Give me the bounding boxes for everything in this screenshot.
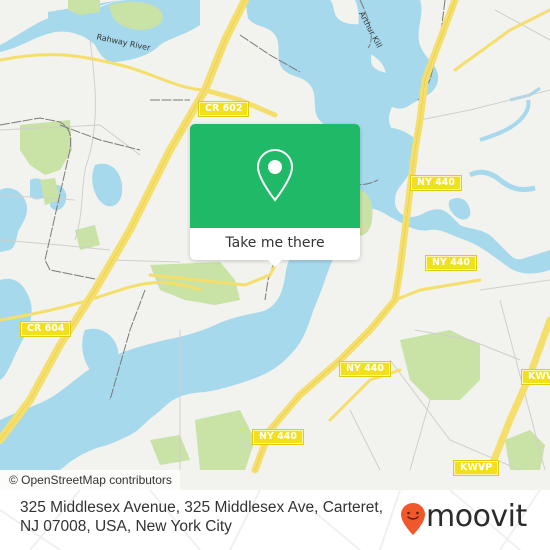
road-shield-ny-440: NY 440 bbox=[410, 175, 462, 191]
road-shield-ny-440: NY 440 bbox=[425, 255, 477, 271]
road-shield-kwvp: KWVP bbox=[452, 460, 500, 476]
moovit-wordmark: moovit bbox=[426, 499, 527, 534]
road-shield-kwvp: KWVP bbox=[520, 369, 550, 385]
road-shield-cr-602: CR 602 bbox=[197, 101, 250, 117]
map-attribution[interactable]: © OpenStreetMap contributors bbox=[0, 470, 180, 490]
road-shield-ny-440: NY 440 bbox=[252, 429, 304, 445]
map[interactable]: Rahway River Arthur Kill CR 602 CR 604 N… bbox=[0, 0, 550, 490]
location-popup: Take me there bbox=[190, 124, 360, 267]
road-shield-cr-604: CR 604 bbox=[19, 321, 72, 337]
address-text: 325 Middlesex Avenue, 325 Middlesex Ave,… bbox=[20, 499, 384, 535]
road-shield-ny-440: NY 440 bbox=[339, 361, 391, 377]
take-me-there-button[interactable]: Take me there bbox=[190, 228, 360, 260]
moovit-pin-icon bbox=[401, 503, 425, 535]
popup-pointer bbox=[267, 259, 283, 267]
footer: 325 Middlesex Avenue, 325 Middlesex Ave,… bbox=[0, 490, 550, 550]
location-pin-icon bbox=[256, 148, 294, 202]
